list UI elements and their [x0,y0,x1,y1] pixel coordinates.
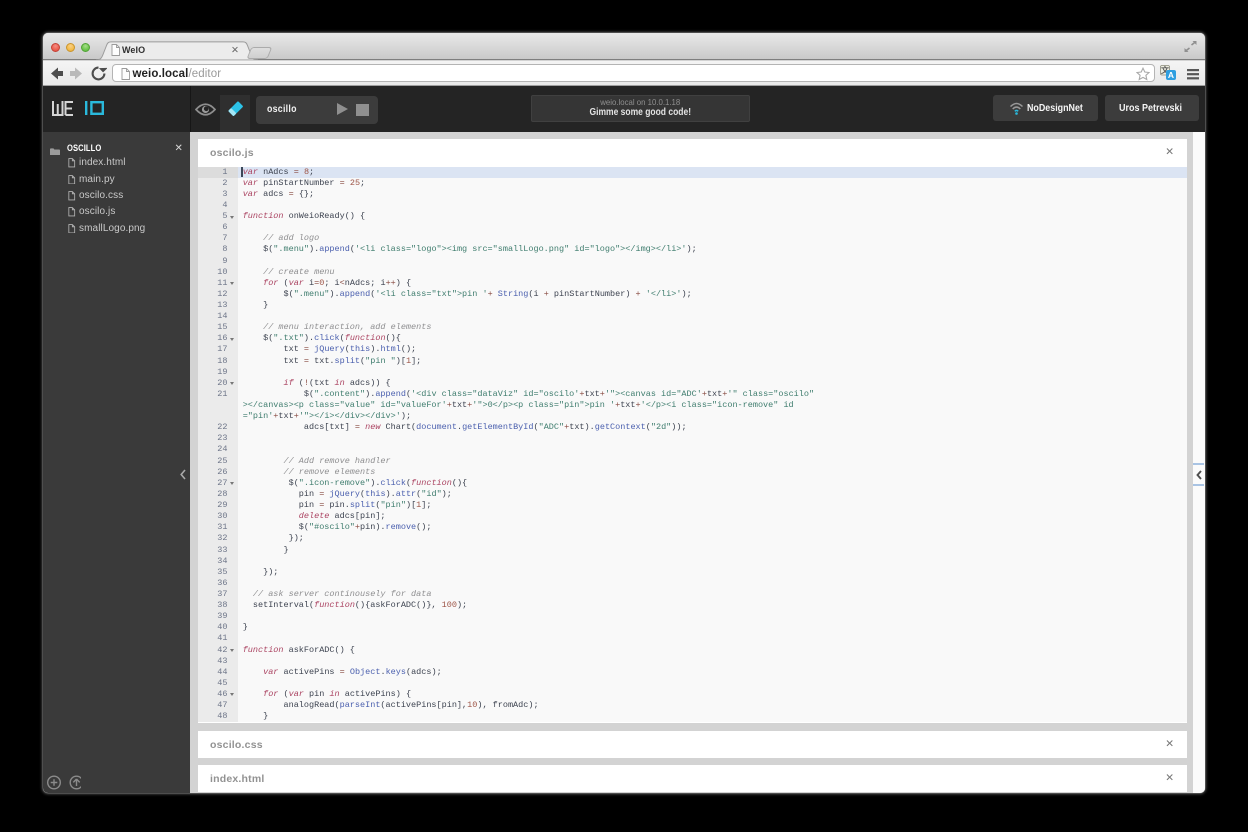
svg-text:A: A [1168,70,1174,80]
